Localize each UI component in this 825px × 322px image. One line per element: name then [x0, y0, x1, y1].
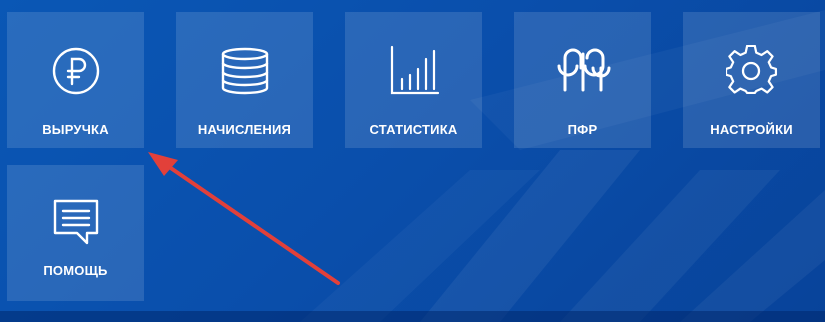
tile-help[interactable]: ПОМОЩЬ — [7, 165, 144, 301]
tile-statistics-label: СТАТИСТИКА — [369, 122, 458, 137]
bottom-bar — [0, 311, 825, 322]
coin-stack-icon — [216, 42, 274, 100]
tile-settings[interactable]: НАСТРОЙКИ — [683, 12, 820, 148]
tile-settings-label: НАСТРОЙКИ — [710, 122, 793, 137]
tile-pfr-label: ПФР — [567, 122, 598, 137]
tile-statistics[interactable]: СТАТИСТИКА — [345, 12, 482, 148]
tile-accruals[interactable]: НАЧИСЛЕНИЯ — [176, 12, 313, 148]
gear-icon — [725, 42, 778, 100]
tile-revenue[interactable]: ВЫРУЧКА — [7, 12, 144, 148]
tile-revenue-label: ВЫРУЧКА — [42, 122, 109, 137]
tile-accruals-label: НАЧИСЛЕНИЯ — [197, 122, 292, 137]
pfr-logo-icon — [555, 42, 611, 100]
tile-help-label: ПОМОЩЬ — [43, 263, 108, 278]
ruble-icon — [47, 42, 105, 100]
chat-bubble-icon — [51, 193, 101, 251]
tile-pfr[interactable]: ПФР — [514, 12, 651, 148]
bar-chart-icon — [386, 42, 442, 100]
